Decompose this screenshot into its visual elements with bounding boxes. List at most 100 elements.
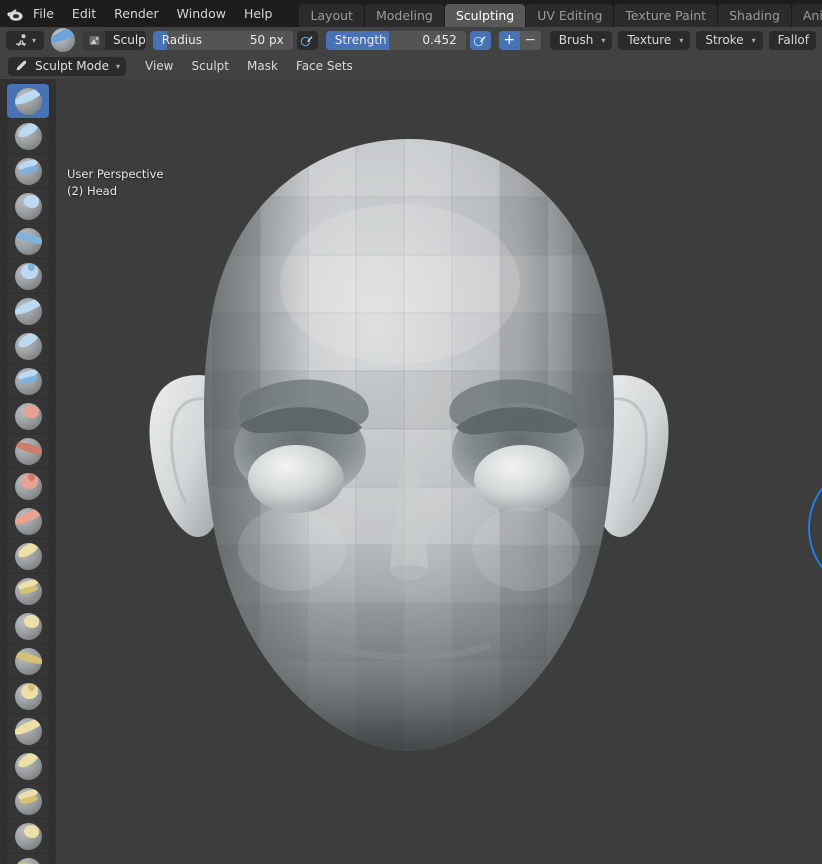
menu-face-sets[interactable]: Face Sets (287, 57, 362, 76)
multiplane-scrape-brush-icon (14, 542, 42, 570)
top-menu-bar: File Edit Render Window Help Layout Mode… (0, 0, 822, 27)
falloff-dropdown[interactable]: Fallof (768, 30, 816, 50)
chevron-down-icon: ▾ (31, 35, 36, 45)
strength-slider[interactable]: Strength 0.452 (325, 30, 466, 50)
chevron-down-icon: ▾ (751, 35, 756, 45)
workspace-tab-layout[interactable]: Layout (299, 4, 364, 27)
viewport-3d[interactable]: User Perspective (2) Head (0, 79, 822, 864)
flatten-brush-icon (14, 437, 42, 465)
chevron-down-icon: ▾ (116, 61, 121, 71)
strength-pressure-toggle[interactable] (469, 30, 491, 50)
tool-grab[interactable] (7, 609, 49, 643)
remove-brush-button[interactable]: − (519, 30, 541, 50)
menu-file[interactable]: File (24, 0, 63, 27)
pressure-strength-icon (473, 36, 486, 47)
menu-window[interactable]: Window (168, 0, 235, 27)
brush-datablock[interactable]: SculptDraw (83, 30, 146, 50)
tool-flatten[interactable] (7, 434, 49, 468)
slide-relax-brush-icon (14, 857, 42, 864)
brush-datablock-icon (83, 30, 105, 50)
texture-dropdown[interactable]: Texture ▾ (618, 30, 691, 50)
tool-smooth[interactable] (7, 399, 49, 433)
nose-tip (383, 565, 435, 593)
viewport-info-overlay: User Perspective (2) Head (67, 166, 163, 200)
forehead-highlight (280, 204, 520, 364)
tool-clay-thumb[interactable] (7, 224, 49, 258)
tool-inflate[interactable] (7, 294, 49, 328)
sculpt-toolbar (0, 79, 56, 864)
workspace-tab-texture-paint[interactable]: Texture Paint (614, 4, 718, 27)
tool-snake-hook[interactable] (7, 679, 49, 713)
stroke-dropdown-label: Stroke (705, 33, 744, 47)
brush-name-field[interactable]: SculptDraw (105, 33, 146, 47)
radius-slider[interactable]: Radius 50 px (152, 30, 293, 50)
draw-brush-icon (14, 87, 42, 115)
tool-elastic-deform[interactable] (7, 644, 49, 678)
tool-layer[interactable] (7, 259, 49, 293)
tool-fill[interactable] (7, 469, 49, 503)
falloff-dropdown-label: Fallof (777, 33, 809, 47)
tool-blob[interactable] (7, 329, 49, 363)
sculpt-editor-icon (15, 34, 26, 47)
brush-preview-sphere-icon[interactable] (51, 28, 75, 52)
workspace-tab-shading[interactable]: Shading (718, 4, 791, 27)
inflate-brush-icon (14, 297, 42, 325)
tool-draw[interactable] (7, 84, 49, 118)
eyeball-right (474, 445, 570, 513)
tool-header: ▾ SculptDraw Radius 50 px (0, 27, 822, 53)
tool-pose[interactable] (7, 749, 49, 783)
layer-brush-icon (14, 262, 42, 290)
scrape-brush-icon (14, 507, 42, 535)
mode-label: Sculpt Mode (35, 59, 109, 73)
editor-type-selector[interactable]: ▾ (6, 30, 44, 50)
tool-clay-strips[interactable] (7, 189, 49, 223)
crease-brush-icon (14, 367, 42, 395)
tool-slide-relax[interactable] (7, 854, 49, 864)
rotate-brush-icon (14, 822, 42, 850)
cheek-right (472, 507, 580, 591)
draw-sharp-brush-icon (14, 122, 42, 150)
brush-dropdown[interactable]: Brush ▾ (549, 30, 613, 50)
strength-label: Strength (334, 32, 387, 47)
menu-render[interactable]: Render (105, 0, 168, 27)
menu-edit[interactable]: Edit (63, 0, 105, 27)
tool-thumb[interactable] (7, 714, 49, 748)
sculpt-mode-icon (16, 60, 27, 71)
radius-pressure-toggle[interactable] (296, 30, 318, 50)
tool-pinch[interactable] (7, 574, 49, 608)
blender-logo-icon[interactable] (6, 0, 24, 27)
workspace-tab-sculpting[interactable]: Sculpting (444, 4, 526, 27)
tool-nudge[interactable] (7, 784, 49, 818)
eyeball-left (248, 445, 344, 513)
add-brush-button[interactable]: + (498, 30, 520, 50)
menu-help[interactable]: Help (235, 0, 282, 27)
brush-dropdown-label: Brush (558, 33, 594, 47)
viewport-perspective-label: User Perspective (67, 167, 164, 181)
clay-strips-brush-icon (14, 192, 42, 220)
strength-value: 0.452 (422, 32, 457, 47)
tool-draw-sharp[interactable] (7, 119, 49, 153)
workspace-tab-animation[interactable]: Animation (791, 4, 822, 27)
radius-label: Radius (161, 32, 202, 47)
workspace-tab-uv-editing[interactable]: UV Editing (526, 4, 614, 27)
grab-brush-icon (14, 612, 42, 640)
tool-crease[interactable] (7, 364, 49, 398)
texture-dropdown-label: Texture (627, 33, 672, 47)
viewport-object-label: (2) Head (67, 184, 118, 198)
stroke-dropdown[interactable]: Stroke ▾ (696, 30, 763, 50)
menu-sculpt[interactable]: Sculpt (183, 57, 238, 76)
tool-multiplane-scrape[interactable] (7, 539, 49, 573)
tool-scrape[interactable] (7, 504, 49, 538)
blob-brush-icon (14, 332, 42, 360)
elastic-deform-brush-icon (14, 647, 42, 675)
smooth-brush-icon (14, 402, 42, 430)
mode-selector[interactable]: Sculpt Mode ▾ (8, 56, 127, 76)
workspace-tab-modeling[interactable]: Modeling (364, 4, 444, 27)
tool-rotate[interactable] (7, 819, 49, 853)
chevron-down-icon: ▾ (679, 35, 684, 45)
menu-mask[interactable]: Mask (238, 57, 287, 76)
head-shading-group (203, 139, 615, 751)
menu-view[interactable]: View (136, 57, 182, 76)
tool-clay[interactable] (7, 154, 49, 188)
pressure-radius-icon (300, 36, 313, 47)
